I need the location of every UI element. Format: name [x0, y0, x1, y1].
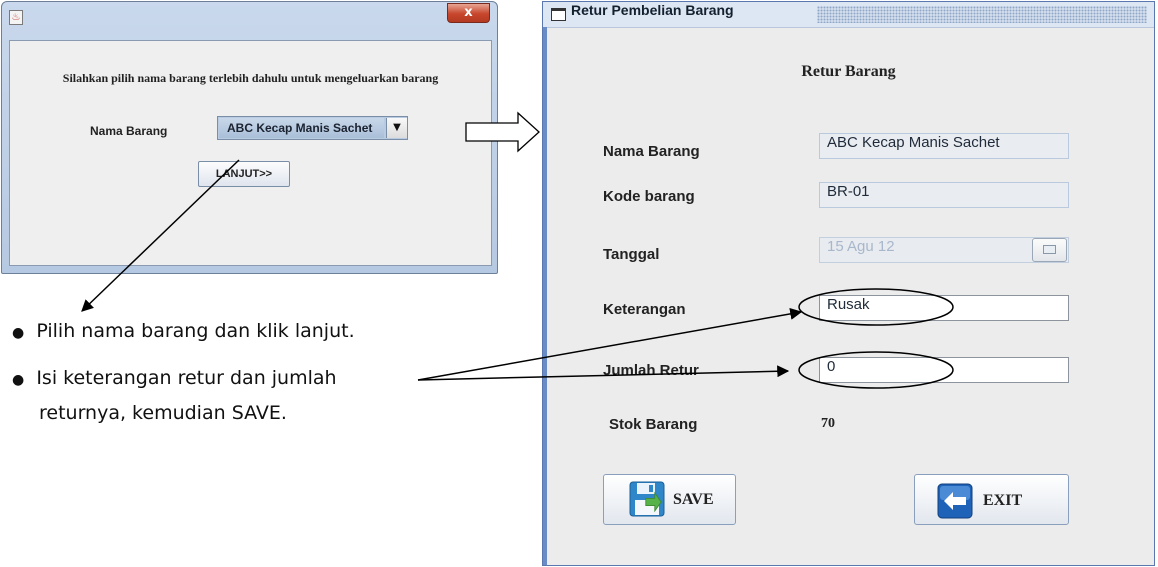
pointer-arrow-lanjut	[81, 159, 240, 312]
annotation-overlay	[81, 111, 954, 389]
flow-arrow-icon	[465, 111, 540, 153]
pointer-arrow-keterangan	[417, 307, 803, 381]
pointer-arrow-jumlah	[417, 365, 790, 381]
highlight-ellipse-jumlah	[798, 351, 954, 389]
highlight-ellipse-keterangan	[798, 288, 954, 326]
